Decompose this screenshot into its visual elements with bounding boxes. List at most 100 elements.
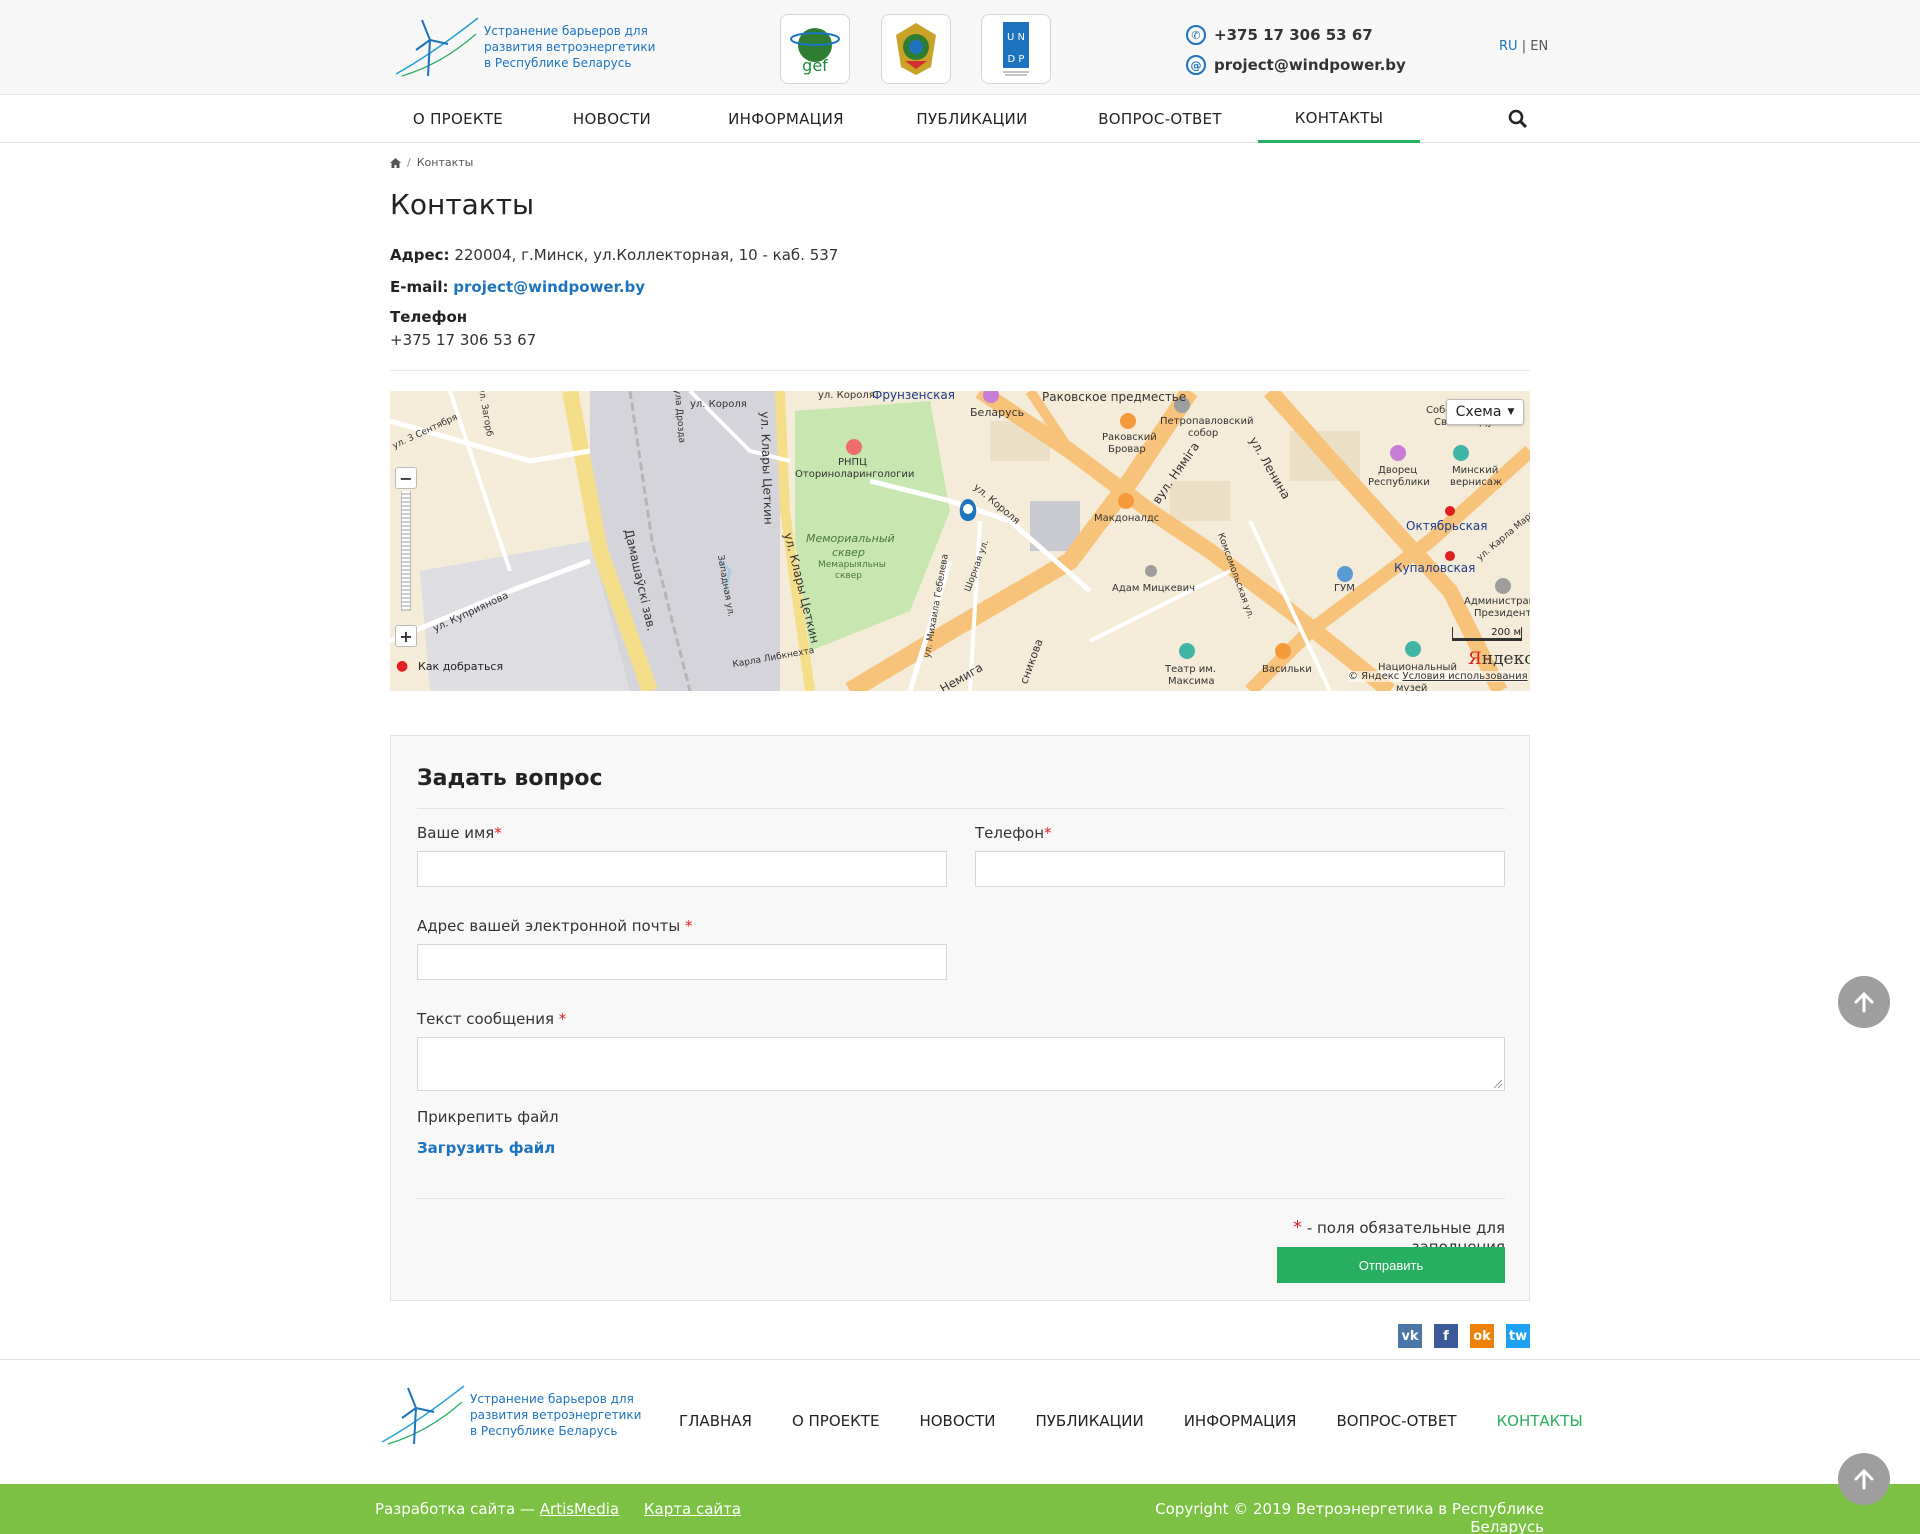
phone-icon: ✆ bbox=[1186, 25, 1206, 45]
map-label-petro-2: собор bbox=[1188, 428, 1219, 439]
dev-prefix: Разработка сайта — bbox=[375, 1500, 540, 1518]
route-label: Как добраться bbox=[418, 659, 504, 673]
footer-bar: Разработка сайта — ArtisMedia Карта сайт… bbox=[0, 1484, 1920, 1534]
phone-label: Телефон* bbox=[975, 824, 1052, 842]
footer-nav-about[interactable]: О ПРОЕКТЕ bbox=[792, 1412, 879, 1430]
map-label-rakovsky: Раковский bbox=[1102, 432, 1157, 443]
yandex-logo[interactable]: Яндекс bbox=[1468, 649, 1530, 669]
header-phone[interactable]: +375 17 306 53 67 bbox=[1214, 26, 1373, 44]
map-label-minsky-2: вернисаж bbox=[1450, 477, 1503, 488]
email-link[interactable]: project@windpower.by bbox=[453, 278, 645, 296]
lang-ru[interactable]: RU bbox=[1499, 39, 1518, 54]
map-label-admin: Администрац bbox=[1464, 596, 1530, 607]
footer-logo-text: Устранение барьеров для развития ветроэн… bbox=[470, 1392, 642, 1438]
nav-item-publications[interactable]: ПУБЛИКАЦИИ bbox=[874, 95, 1070, 143]
twitter-share-icon[interactable]: tw bbox=[1506, 1324, 1530, 1348]
footer-nav-news[interactable]: НОВОСТИ bbox=[919, 1412, 995, 1430]
svg-text:U N: U N bbox=[1007, 32, 1025, 43]
site-logo[interactable]: Устранение барьеров для развития ветроэн… bbox=[392, 14, 664, 80]
nav-item-contacts[interactable]: КОНТАКТЫ bbox=[1258, 95, 1420, 143]
header-email[interactable]: project@windpower.by bbox=[1214, 56, 1406, 74]
scroll-top-button[interactable] bbox=[1838, 976, 1890, 1028]
form-title: Задать вопрос bbox=[417, 766, 603, 791]
breadcrumb: / Контакты bbox=[390, 156, 473, 169]
map-label-admin-2: Президента bbox=[1474, 608, 1530, 619]
yandex-map[interactable]: Фрунзенская Раковское предместье Беларус… bbox=[390, 391, 1530, 691]
header-contacts: ✆ +375 17 306 53 67 @ project@windpower.… bbox=[1186, 20, 1406, 80]
address-label: Адрес: bbox=[390, 246, 450, 264]
footer-nav-publications[interactable]: ПУБЛИКАЦИИ bbox=[1035, 1412, 1143, 1430]
map-terms-link[interactable]: Условия использования bbox=[1402, 671, 1527, 682]
zoom-out-button[interactable]: − bbox=[395, 467, 417, 489]
zoom-in-button[interactable]: + bbox=[395, 625, 417, 647]
question-form: Задать вопрос Ваше имя* Телефон* Адрес в… bbox=[390, 735, 1530, 1301]
main-nav: О ПРОЕКТЕ НОВОСТИ ИНФОРМАЦИЯ ПУБЛИКАЦИИ … bbox=[0, 95, 1920, 143]
chevron-down-icon: ▼ bbox=[1507, 407, 1515, 417]
footer-logo[interactable]: Устранение барьеров для развития ветроэн… bbox=[378, 1382, 650, 1448]
page-title: Контакты bbox=[390, 188, 535, 221]
phone-input[interactable] bbox=[975, 851, 1505, 887]
message-textarea[interactable] bbox=[417, 1037, 1505, 1091]
svg-text:D P: D P bbox=[1008, 54, 1025, 65]
email-input[interactable] bbox=[417, 944, 947, 980]
route-button[interactable]: ● Как добраться bbox=[396, 659, 503, 673]
map-layer-label: Схема bbox=[1455, 404, 1502, 420]
vk-share-icon[interactable]: vk bbox=[1398, 1324, 1422, 1348]
footer-nav: ГЛАВНАЯ О ПРОЕКТЕ НОВОСТИ ПУБЛИКАЦИИ ИНФ… bbox=[679, 1412, 1583, 1430]
home-icon[interactable] bbox=[390, 157, 401, 168]
upload-file-link[interactable]: Загрузить файл bbox=[417, 1139, 555, 1157]
map-label-vasilki: Васильки bbox=[1262, 664, 1312, 675]
map-label-memorial-3: Мемарыяльны bbox=[818, 560, 886, 570]
odnoklassniki-share-icon[interactable]: ok bbox=[1470, 1324, 1494, 1348]
sitemap-link[interactable]: Карта сайта bbox=[644, 1500, 741, 1518]
map-label-gum: ГУМ bbox=[1334, 583, 1355, 594]
map-label-kupalovskaya: Купаловская bbox=[1394, 561, 1476, 575]
footer-nav-contacts[interactable]: КОНТАКТЫ bbox=[1496, 1412, 1582, 1430]
map-label-belarus: Беларусь bbox=[970, 406, 1025, 419]
dev-link[interactable]: ArtisMedia bbox=[540, 1500, 619, 1518]
map-label-memorial: Мемориальный bbox=[806, 532, 895, 545]
footer-credits: Разработка сайта — ArtisMedia Карта сайт… bbox=[375, 1500, 741, 1518]
map-label-mcdonalds: Макдоналдс bbox=[1094, 513, 1160, 524]
nav-item-faq[interactable]: ВОПРОС-ОТВЕТ bbox=[1070, 95, 1250, 143]
nav-item-about[interactable]: О ПРОЕКТЕ bbox=[390, 95, 526, 143]
footer-nav-faq[interactable]: ВОПРОС-ОТВЕТ bbox=[1336, 1412, 1456, 1430]
attach-label: Прикрепить файл bbox=[417, 1108, 559, 1126]
partner-gef[interactable]: gef bbox=[780, 14, 850, 84]
form-divider-top bbox=[417, 808, 1505, 809]
name-label: Ваше имя* bbox=[417, 824, 502, 842]
lang-separator: | bbox=[1521, 39, 1527, 54]
lang-en[interactable]: EN bbox=[1530, 39, 1548, 54]
nav-item-information[interactable]: ИНФОРМАЦИЯ bbox=[698, 95, 874, 143]
resize-handle-icon[interactable] bbox=[1494, 1080, 1502, 1088]
svg-text:gef: gef bbox=[802, 56, 828, 75]
map-label-teatr-2: Максима bbox=[1168, 676, 1215, 687]
address-value: 220004, г.Минск, ул.Коллекторная, 10 - к… bbox=[454, 246, 839, 264]
map-label-muzey: музей bbox=[1396, 683, 1428, 691]
gef-logo-icon: gef bbox=[790, 28, 840, 75]
footer-nav-home[interactable]: ГЛАВНАЯ bbox=[679, 1412, 752, 1430]
map-label-minsky: Минский bbox=[1452, 465, 1499, 476]
search-icon[interactable] bbox=[1508, 109, 1528, 129]
email-label: Адрес вашей электронной почты * bbox=[417, 917, 693, 935]
scroll-top-button-2[interactable] bbox=[1838, 1453, 1890, 1505]
map-label-rnpc-2: Оториноларингологии bbox=[795, 469, 915, 480]
facebook-share-icon[interactable]: f bbox=[1434, 1324, 1458, 1348]
map-label-rakovsky-2: Бровар bbox=[1108, 444, 1146, 455]
partner-coat-of-arms[interactable] bbox=[881, 14, 951, 84]
site-footer: Устранение барьеров для развития ветроэн… bbox=[0, 1359, 1920, 1484]
name-input[interactable] bbox=[417, 851, 947, 887]
map-canvas bbox=[390, 391, 1530, 691]
nav-item-news[interactable]: НОВОСТИ bbox=[526, 95, 698, 143]
map-layer-select[interactable]: Схема ▼ bbox=[1446, 399, 1524, 425]
map-label-frunzenskaya: Фрунзенская bbox=[872, 391, 955, 402]
submit-button[interactable]: Отправить bbox=[1277, 1247, 1505, 1283]
partner-undp[interactable]: U N D P bbox=[981, 14, 1051, 84]
email-label: E-mail: bbox=[390, 278, 449, 296]
breadcrumb-separator: / bbox=[407, 156, 411, 169]
map-scale: 200 м bbox=[1452, 627, 1522, 641]
form-divider-bottom bbox=[417, 1198, 1505, 1199]
footer-nav-information[interactable]: ИНФОРМАЦИЯ bbox=[1184, 1412, 1297, 1430]
zoom-slider[interactable] bbox=[401, 491, 411, 611]
map-label-memorial-4: сквер bbox=[835, 571, 862, 581]
